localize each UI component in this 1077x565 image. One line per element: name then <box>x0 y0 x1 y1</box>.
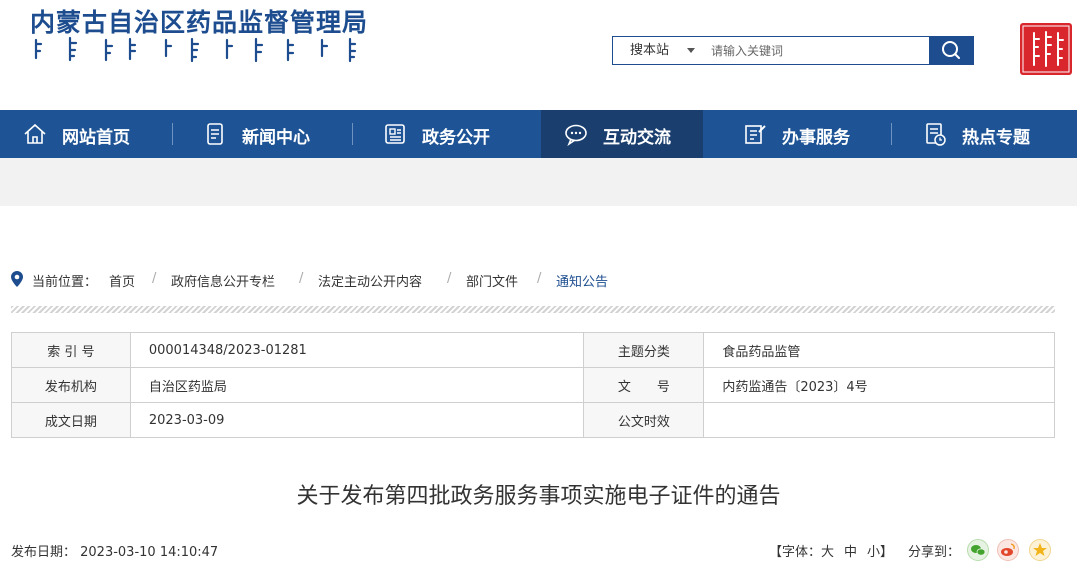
edit-form-icon <box>745 125 766 144</box>
breadcrumb-lead: 当前位置： <box>32 275 98 290</box>
breadcrumb-notices[interactable]: 通知公告 <box>556 271 608 290</box>
weibo-icon <box>1001 543 1015 556</box>
breadcrumb-separator: / <box>447 271 452 286</box>
site-title[interactable]: 内蒙古自治区药品监督管理局 <box>30 3 368 39</box>
qzone-share-button[interactable] <box>1029 539 1051 561</box>
document-meta-table: 索 引 号 000014348/2023-01281 主题分类 食品药品监管 发… <box>11 332 1055 438</box>
doc-number-label: 文 号 <box>583 367 705 403</box>
search-box: 搜本站 <box>612 36 930 65</box>
nav-label-topics: 热点专题 <box>962 128 1030 148</box>
nav-label-services: 办事服务 <box>782 128 850 148</box>
search-input[interactable] <box>711 40 921 61</box>
caret-down-icon <box>687 48 695 53</box>
location-pin-icon <box>11 271 23 287</box>
nav-label-news: 新闻中心 <box>242 128 310 148</box>
article-title: 关于发布第四批政务服务事项实施电子证件的通告 <box>296 484 781 509</box>
search-scope-label: 搜本站 <box>630 43 670 58</box>
nav-label-home: 网站首页 <box>62 128 130 148</box>
breadcrumb-separator: / <box>537 271 542 286</box>
font-medium-button[interactable]: 中 <box>844 545 857 560</box>
search-button[interactable] <box>929 36 974 65</box>
search-icon <box>942 41 960 59</box>
nav-divider <box>891 123 892 145</box>
nav-item-services[interactable]: 办事服务 <box>720 110 900 158</box>
breadcrumb-gov-info[interactable]: 政府信息公开专栏 <box>171 271 275 290</box>
mongolian-script-logo <box>34 36 357 63</box>
hatched-divider <box>11 306 1055 313</box>
banner-strip <box>0 158 1077 206</box>
nav-item-home[interactable]: 网站首页 <box>0 110 180 158</box>
clipboard-clock-icon <box>926 123 946 146</box>
written-date-label: 成文日期 <box>11 402 131 438</box>
topic-label: 主题分类 <box>583 332 705 368</box>
share-label: 分享到： <box>908 545 961 560</box>
publisher-value: 自治区药监局 <box>129 367 585 403</box>
nav-label-gov-affairs: 政务公开 <box>422 128 490 148</box>
document-icon <box>207 123 223 145</box>
font-small-button[interactable]: 小】 <box>867 545 893 560</box>
publish-date: 发布日期： 2023-03-10 14:10:47 <box>11 545 219 560</box>
nav-item-news[interactable]: 新闻中心 <box>180 110 360 158</box>
written-date-value: 2023-03-09 <box>129 402 585 438</box>
table-row: 索 引 号 000014348/2023-01281 主题分类 食品药品监管 <box>11 332 1055 368</box>
mongolian-seal-logo <box>1020 23 1072 75</box>
wechat-share-button[interactable] <box>967 539 989 561</box>
index-number-label: 索 引 号 <box>11 332 131 368</box>
home-icon <box>24 123 46 144</box>
newspaper-icon <box>385 124 405 144</box>
validity-label: 公文时效 <box>583 402 705 438</box>
topic-value: 食品药品监管 <box>703 332 1055 368</box>
index-number-value: 000014348/2023-01281 <box>129 332 585 368</box>
search-scope-dropdown[interactable]: 搜本站 <box>613 37 705 64</box>
star-icon <box>1033 543 1047 556</box>
nav-divider <box>172 123 173 145</box>
font-large-button[interactable]: 大 <box>821 545 834 560</box>
publisher-label: 发布机构 <box>11 367 131 403</box>
breadcrumb-separator: / <box>152 271 157 286</box>
wechat-icon <box>971 545 986 556</box>
doc-number-value: 内药监通告〔2023〕4号 <box>703 367 1055 403</box>
chat-icon <box>565 124 587 147</box>
table-row: 发布机构 自治区药监局 文 号 内药监通告〔2023〕4号 <box>11 367 1055 403</box>
validity-value <box>703 402 1055 438</box>
site-header: 内蒙古自治区药品监督管理局 搜本站 <box>0 0 1077 110</box>
nav-item-interaction[interactable]: 互动交流 <box>541 110 703 158</box>
breadcrumb-home[interactable]: 首页 <box>109 271 135 290</box>
breadcrumb-legal-disclosure[interactable]: 法定主动公开内容 <box>318 271 422 290</box>
breadcrumb-dept-docs[interactable]: 部门文件 <box>466 271 518 290</box>
nav-item-gov-affairs[interactable]: 政务公开 <box>360 110 540 158</box>
weibo-share-button[interactable] <box>997 539 1019 561</box>
font-size-controls: 【字体：大中小】 <box>769 541 893 560</box>
nav-divider <box>352 123 353 145</box>
nav-item-topics[interactable]: 热点专题 <box>900 110 1077 158</box>
nav-label-interaction: 互动交流 <box>603 128 671 148</box>
breadcrumb-separator: / <box>299 271 304 286</box>
font-size-prefix: 【字体： <box>769 545 822 560</box>
table-row: 成文日期 2023-03-09 公文时效 <box>11 402 1055 438</box>
main-nav: 网站首页 新闻中心 政务公开 互动交流 办事服务 热点专题 <box>0 110 1077 158</box>
